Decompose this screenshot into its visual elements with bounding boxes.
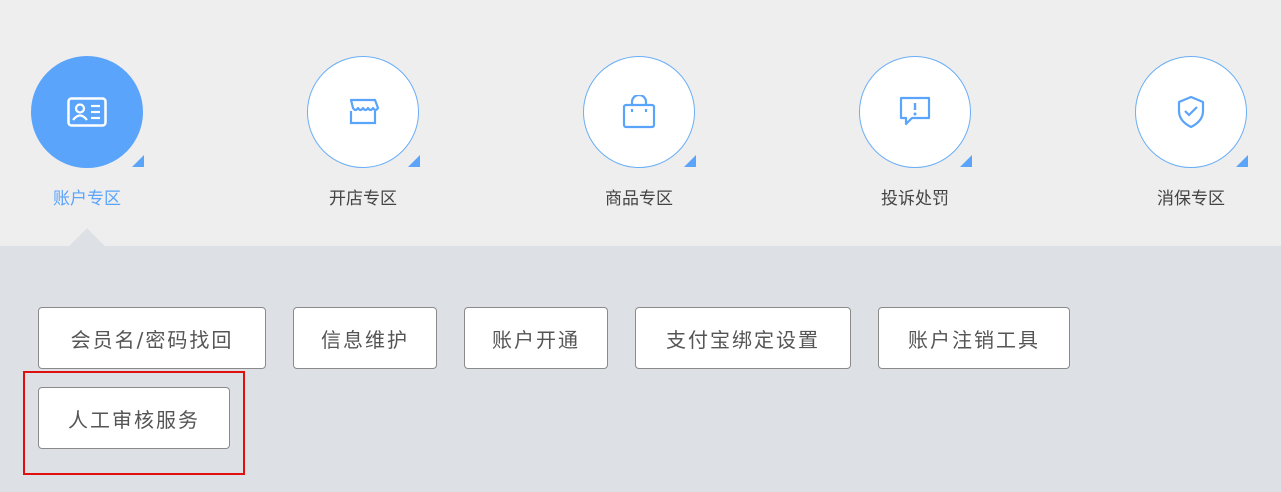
service-button-account-cancellation[interactable]: 账户注销工具 [878, 307, 1070, 369]
service-button-password-recovery[interactable]: 会员名/密码找回 [38, 307, 266, 369]
category-circle [583, 56, 696, 168]
category-circle [1135, 56, 1248, 168]
category-label: 账户专区 [53, 189, 121, 209]
category-account[interactable]: 账户专区 [31, 56, 144, 209]
corner-triangle-icon [132, 155, 144, 167]
category-label: 消保专区 [1157, 189, 1225, 209]
category-complaint[interactable]: 投诉处罚 [859, 56, 972, 209]
service-button-alipay-binding[interactable]: 支付宝绑定设置 [635, 307, 851, 369]
category-store[interactable]: 开店专区 [307, 56, 420, 209]
category-circle [859, 56, 972, 168]
service-button-account-opening[interactable]: 账户开通 [464, 307, 608, 369]
category-label: 开店专区 [329, 189, 397, 209]
storefront-icon [349, 98, 380, 125]
category-label: 投诉处罚 [881, 189, 949, 209]
category-consumer-protection[interactable]: 消保专区 [1135, 56, 1248, 209]
shield-check-icon [1177, 95, 1205, 129]
category-goods[interactable]: 商品专区 [583, 56, 696, 209]
highlight-box [23, 371, 245, 475]
corner-triangle-icon [684, 155, 696, 167]
category-bar: 账户专区 开店专区 商品专区 投诉处罚 消保专区 [0, 0, 1281, 246]
id-card-icon [67, 97, 107, 127]
active-pointer-triangle [69, 228, 105, 246]
service-button-info-maintenance[interactable]: 信息维护 [293, 307, 437, 369]
category-circle [31, 56, 144, 168]
corner-triangle-icon [408, 155, 420, 167]
category-circle [307, 56, 420, 168]
category-label: 商品专区 [605, 189, 673, 209]
corner-triangle-icon [960, 155, 972, 167]
alert-bubble-icon [899, 96, 931, 126]
shopping-bag-icon [622, 95, 656, 129]
corner-triangle-icon [1236, 155, 1248, 167]
